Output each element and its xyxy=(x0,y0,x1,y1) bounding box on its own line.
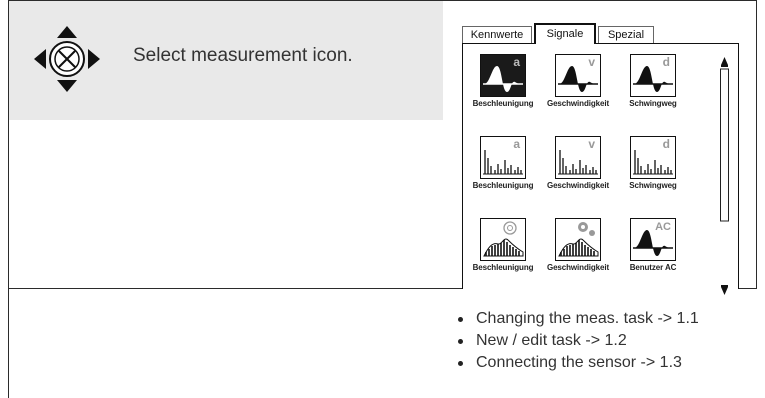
help-link-text: New / edit task -> 1.2 xyxy=(476,332,627,349)
measure-letter: AC xyxy=(655,221,671,233)
help-link[interactable]: New / edit task -> 1.2 xyxy=(452,330,699,352)
signal-icon-2[interactable]: d Schwingweg xyxy=(617,54,689,108)
signal-icon-7[interactable]: Geschwindigkeit xyxy=(542,218,614,272)
wave-icon: d xyxy=(630,54,676,97)
measure-letter: v xyxy=(588,137,595,151)
signal-icon-label: Schwingweg xyxy=(629,99,677,108)
signal-icon-label: Schwingweg xyxy=(629,181,677,190)
tab-label: Signale xyxy=(546,28,584,40)
measure-letter: d xyxy=(663,55,670,69)
tab-signale[interactable]: Signale xyxy=(534,23,596,44)
signal-icon-label: Beschleunigung xyxy=(472,99,534,108)
signal-icon-5[interactable]: d Schwingweg xyxy=(617,136,689,190)
signal-icon-1[interactable]: v Geschwindigkeit xyxy=(542,54,614,108)
bullet-icon xyxy=(458,339,463,344)
device-screen: Kennwerte Signale Spezial a Beschleunigun… xyxy=(455,20,741,297)
navigation-pad-icon xyxy=(34,26,100,92)
spectrum-icon: a xyxy=(480,136,526,179)
wave-icon: v xyxy=(555,54,601,97)
signal-icon-label: Beschleunigung xyxy=(472,181,534,190)
tab-kennwerte[interactable]: Kennwerte xyxy=(462,26,532,43)
wave-icon: AC xyxy=(630,218,676,261)
spectrum-icon: v xyxy=(555,136,601,179)
gear-icon xyxy=(555,218,601,261)
signal-icon-label: Beschleunigung xyxy=(472,263,534,272)
help-links-list: Changing the meas. task -> 1.1 New / edi… xyxy=(452,308,699,374)
instruction-text: Select measurement icon. xyxy=(133,45,353,66)
bullet-icon xyxy=(458,317,463,322)
measure-letter: v xyxy=(588,55,595,69)
help-link[interactable]: Connecting the sensor -> 1.3 xyxy=(452,352,699,374)
wave-icon: a xyxy=(480,54,526,97)
help-link[interactable]: Changing the meas. task -> 1.1 xyxy=(452,308,699,330)
measure-letter: a xyxy=(513,137,520,151)
measure-letter: a xyxy=(513,55,520,69)
scroll-thumb xyxy=(720,68,729,222)
bearing-icon xyxy=(480,218,526,261)
tab-label: Kennwerte xyxy=(470,29,524,41)
measure-letter: d xyxy=(663,137,670,151)
signal-icon-panel: a Beschleunigung v Geschwindigkeit d Schwingw… xyxy=(462,43,739,297)
signal-icon-6[interactable]: Beschleunigung xyxy=(467,218,539,272)
signal-icon-label: Benutzer AC xyxy=(629,263,677,272)
signal-icon-label: Geschwindigkeit xyxy=(546,99,610,108)
signal-icon-3[interactable]: a Beschleunigung xyxy=(467,136,539,190)
signal-icon-label: Geschwindigkeit xyxy=(546,181,610,190)
frame-right-border xyxy=(756,0,757,289)
signal-icon-8[interactable]: AC Benutzer AC xyxy=(617,218,689,272)
spectrum-icon: d xyxy=(630,136,676,179)
help-link-text: Connecting the sensor -> 1.3 xyxy=(476,354,682,371)
help-link-text: Changing the meas. task -> 1.1 xyxy=(476,310,699,327)
signal-icon-4[interactable]: v Geschwindigkeit xyxy=(542,136,614,190)
signal-icon-label: Geschwindigkeit xyxy=(546,263,610,272)
bullet-icon xyxy=(458,361,463,366)
tab-label: Spezial xyxy=(607,29,645,41)
signal-icon-0[interactable]: a Beschleunigung xyxy=(467,54,539,108)
tab-spezial[interactable]: Spezial xyxy=(598,26,654,43)
scrollbar[interactable] xyxy=(719,55,730,297)
